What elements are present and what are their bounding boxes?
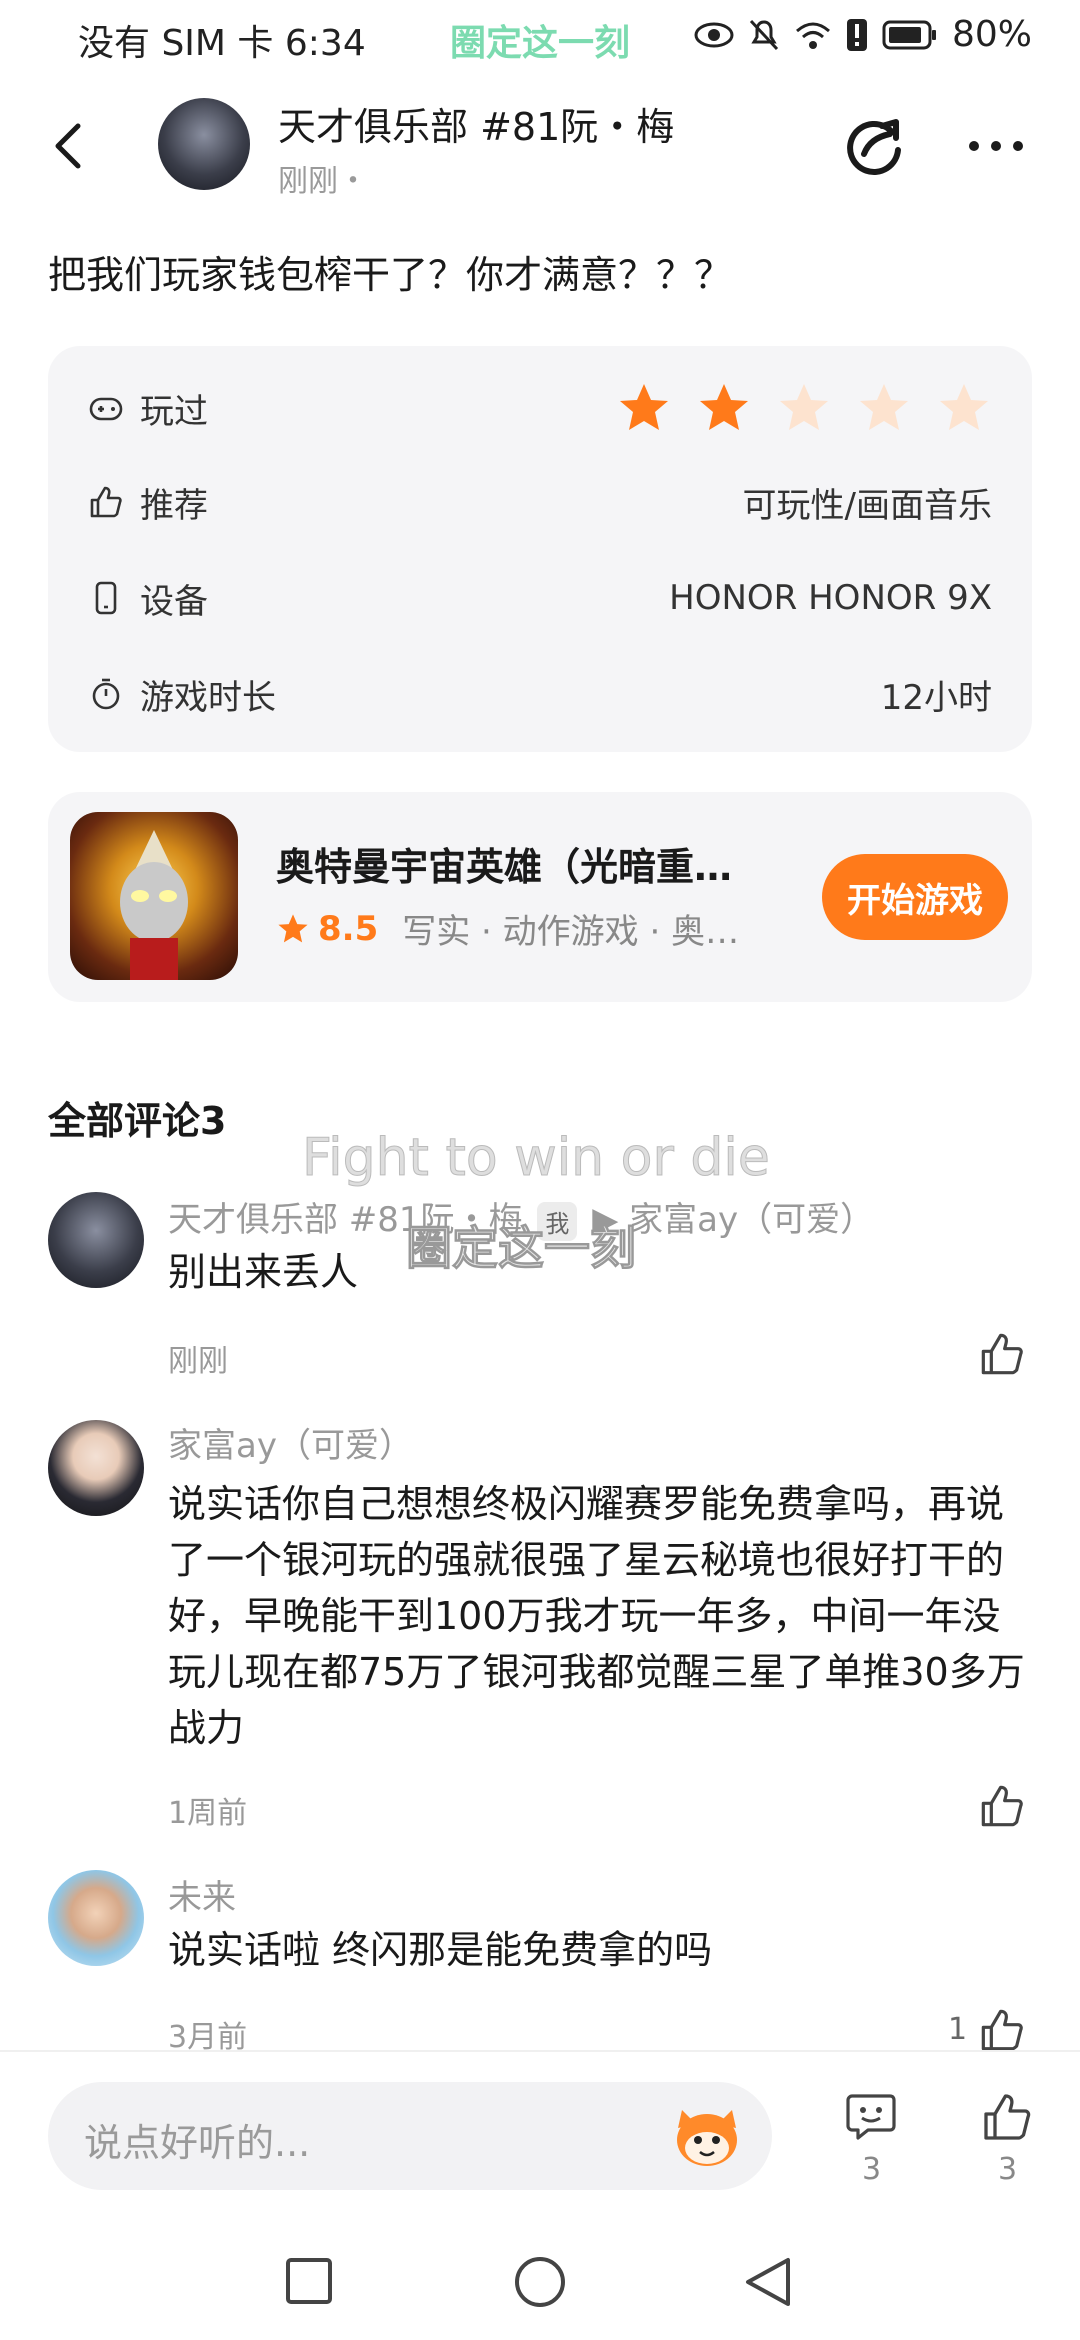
game-card[interactable]: 奥特曼宇宙英雄（光暗重… 8.5 写实 · 动作游戏 · 奥… 开始游戏 [48, 792, 1032, 1002]
rating-stars [616, 380, 992, 436]
recents-square-icon[interactable] [284, 2256, 334, 2306]
share-icon[interactable] [842, 112, 908, 178]
eye-icon [694, 22, 734, 47]
like-icon[interactable] [978, 2006, 1026, 2054]
game-title[interactable]: 奥特曼宇宙英雄（光暗重… [276, 836, 796, 891]
comment-input[interactable]: 说点好听的... [48, 2082, 772, 2190]
status-bar: 没有 SIM 卡 6:34 圈定这一刻 80% [0, 0, 1080, 80]
back-triangle-icon[interactable] [742, 2254, 794, 2310]
phone-icon [95, 581, 117, 615]
more-icon[interactable] [964, 126, 1028, 166]
recommend-value: 可玩性/画面音乐 [742, 485, 992, 526]
carrier-text: 没有 SIM 卡 [78, 23, 274, 64]
comment-icon[interactable] [844, 2090, 898, 2144]
wifi-icon [795, 22, 830, 49]
post-text-line: 把我们玩家钱包榨干了？你才满意？？？ [48, 253, 733, 297]
post-time: 刚刚・ [278, 164, 368, 199]
comment-author[interactable]: 未来 [168, 1870, 236, 1919]
clock-text: 6:34 [284, 23, 366, 64]
watermark-overlay-zh: 圈定这一刻 [406, 1221, 637, 1276]
gamepad-icon [89, 397, 123, 421]
back-arrow-icon[interactable] [40, 116, 100, 176]
comment-author[interactable]: 家富ay（可爱） [168, 1418, 413, 1467]
battery-text: 80% [951, 14, 1032, 55]
played-row: 玩过 [88, 378, 992, 438]
star-filled-icon [620, 384, 668, 430]
played-label: 玩过 [140, 391, 208, 432]
star-empty-icon [860, 384, 908, 430]
battery-icon [882, 20, 936, 49]
screen-record-text: 圈定这一刻 [450, 23, 631, 64]
thumbs-up-icon [90, 486, 122, 518]
like-icon[interactable] [978, 1330, 1026, 1378]
stopwatch-icon [92, 678, 120, 710]
comment-count: 3 [862, 2152, 882, 2187]
comments-title: 全部评论3 [48, 1099, 227, 1143]
like-total-count: 3 [998, 2152, 1018, 2187]
author-name[interactable]: 天才俱乐部 #81阮・梅 [278, 96, 674, 151]
bottom-divider [0, 2050, 1080, 2052]
home-circle-icon[interactable] [512, 2254, 568, 2310]
mute-bell-icon [749, 19, 779, 50]
star-score-icon [278, 913, 308, 942]
recommend-row: 推荐 可玩性/画面音乐 [88, 472, 992, 532]
duration-label: 游戏时长 [140, 677, 276, 718]
game-meta: 8.5 写实 · 动作游戏 · 奥… [276, 904, 762, 953]
duration-value: 12小时 [880, 677, 992, 718]
comment-avatar[interactable] [48, 1870, 144, 1966]
hero-art-icon [120, 830, 188, 980]
comment-avatar[interactable] [48, 1192, 144, 1288]
comment-body[interactable]: 说实话啦 终闪那是能免费拿的吗 [168, 1922, 1028, 1978]
status-right: 80% [694, 14, 1032, 55]
status-left: 没有 SIM 卡 6:34 [78, 14, 366, 66]
thumbs-up-icon[interactable] [980, 2090, 1034, 2144]
device-value: HONOR HONOR 9X [669, 578, 992, 618]
comment-input-placeholder: 说点好听的... [84, 2121, 311, 2165]
watermark-overlay-en: Fight to win or die [302, 1128, 771, 1189]
game-score: 8.5 [318, 908, 379, 949]
duration-row: 游戏时长 12小时 [88, 664, 992, 724]
comment-time: 刚刚 [168, 1344, 228, 1379]
start-game-button[interactable]: 开始游戏 [822, 854, 1008, 940]
star-filled-icon [700, 384, 748, 430]
device-label: 设备 [140, 581, 208, 622]
like-icon[interactable] [978, 1782, 1026, 1830]
game-icon[interactable] [70, 812, 238, 980]
star-empty-icon [940, 384, 988, 430]
review-info-card: 玩过 推荐 可玩性/画面音乐 设备 HONOR HONOR 9X 游戏时长 12… [48, 346, 1032, 752]
recommend-label: 推荐 [140, 485, 208, 526]
author-avatar[interactable] [158, 98, 250, 190]
device-row: 设备 HONOR HONOR 9X [88, 568, 992, 628]
header: 天才俱乐部 #81阮・梅 刚刚・ [0, 86, 1080, 206]
star-empty-icon [780, 384, 828, 430]
comment-time: 1周前 [168, 1796, 248, 1831]
system-nav-bar [0, 2220, 1080, 2340]
mascot-emoji-icon[interactable] [668, 2100, 746, 2172]
game-tags: 写实 · 动作游戏 · 奥… [402, 912, 740, 952]
alert-icon [846, 18, 867, 51]
like-count: 1 [948, 2012, 968, 2047]
comment-avatar[interactable] [48, 1420, 144, 1516]
comment-body[interactable]: 说实话你自己想想终极闪耀赛罗能免费拿吗，再说了一个银河玩的强就很强了星云秘境也很… [168, 1476, 1028, 1756]
